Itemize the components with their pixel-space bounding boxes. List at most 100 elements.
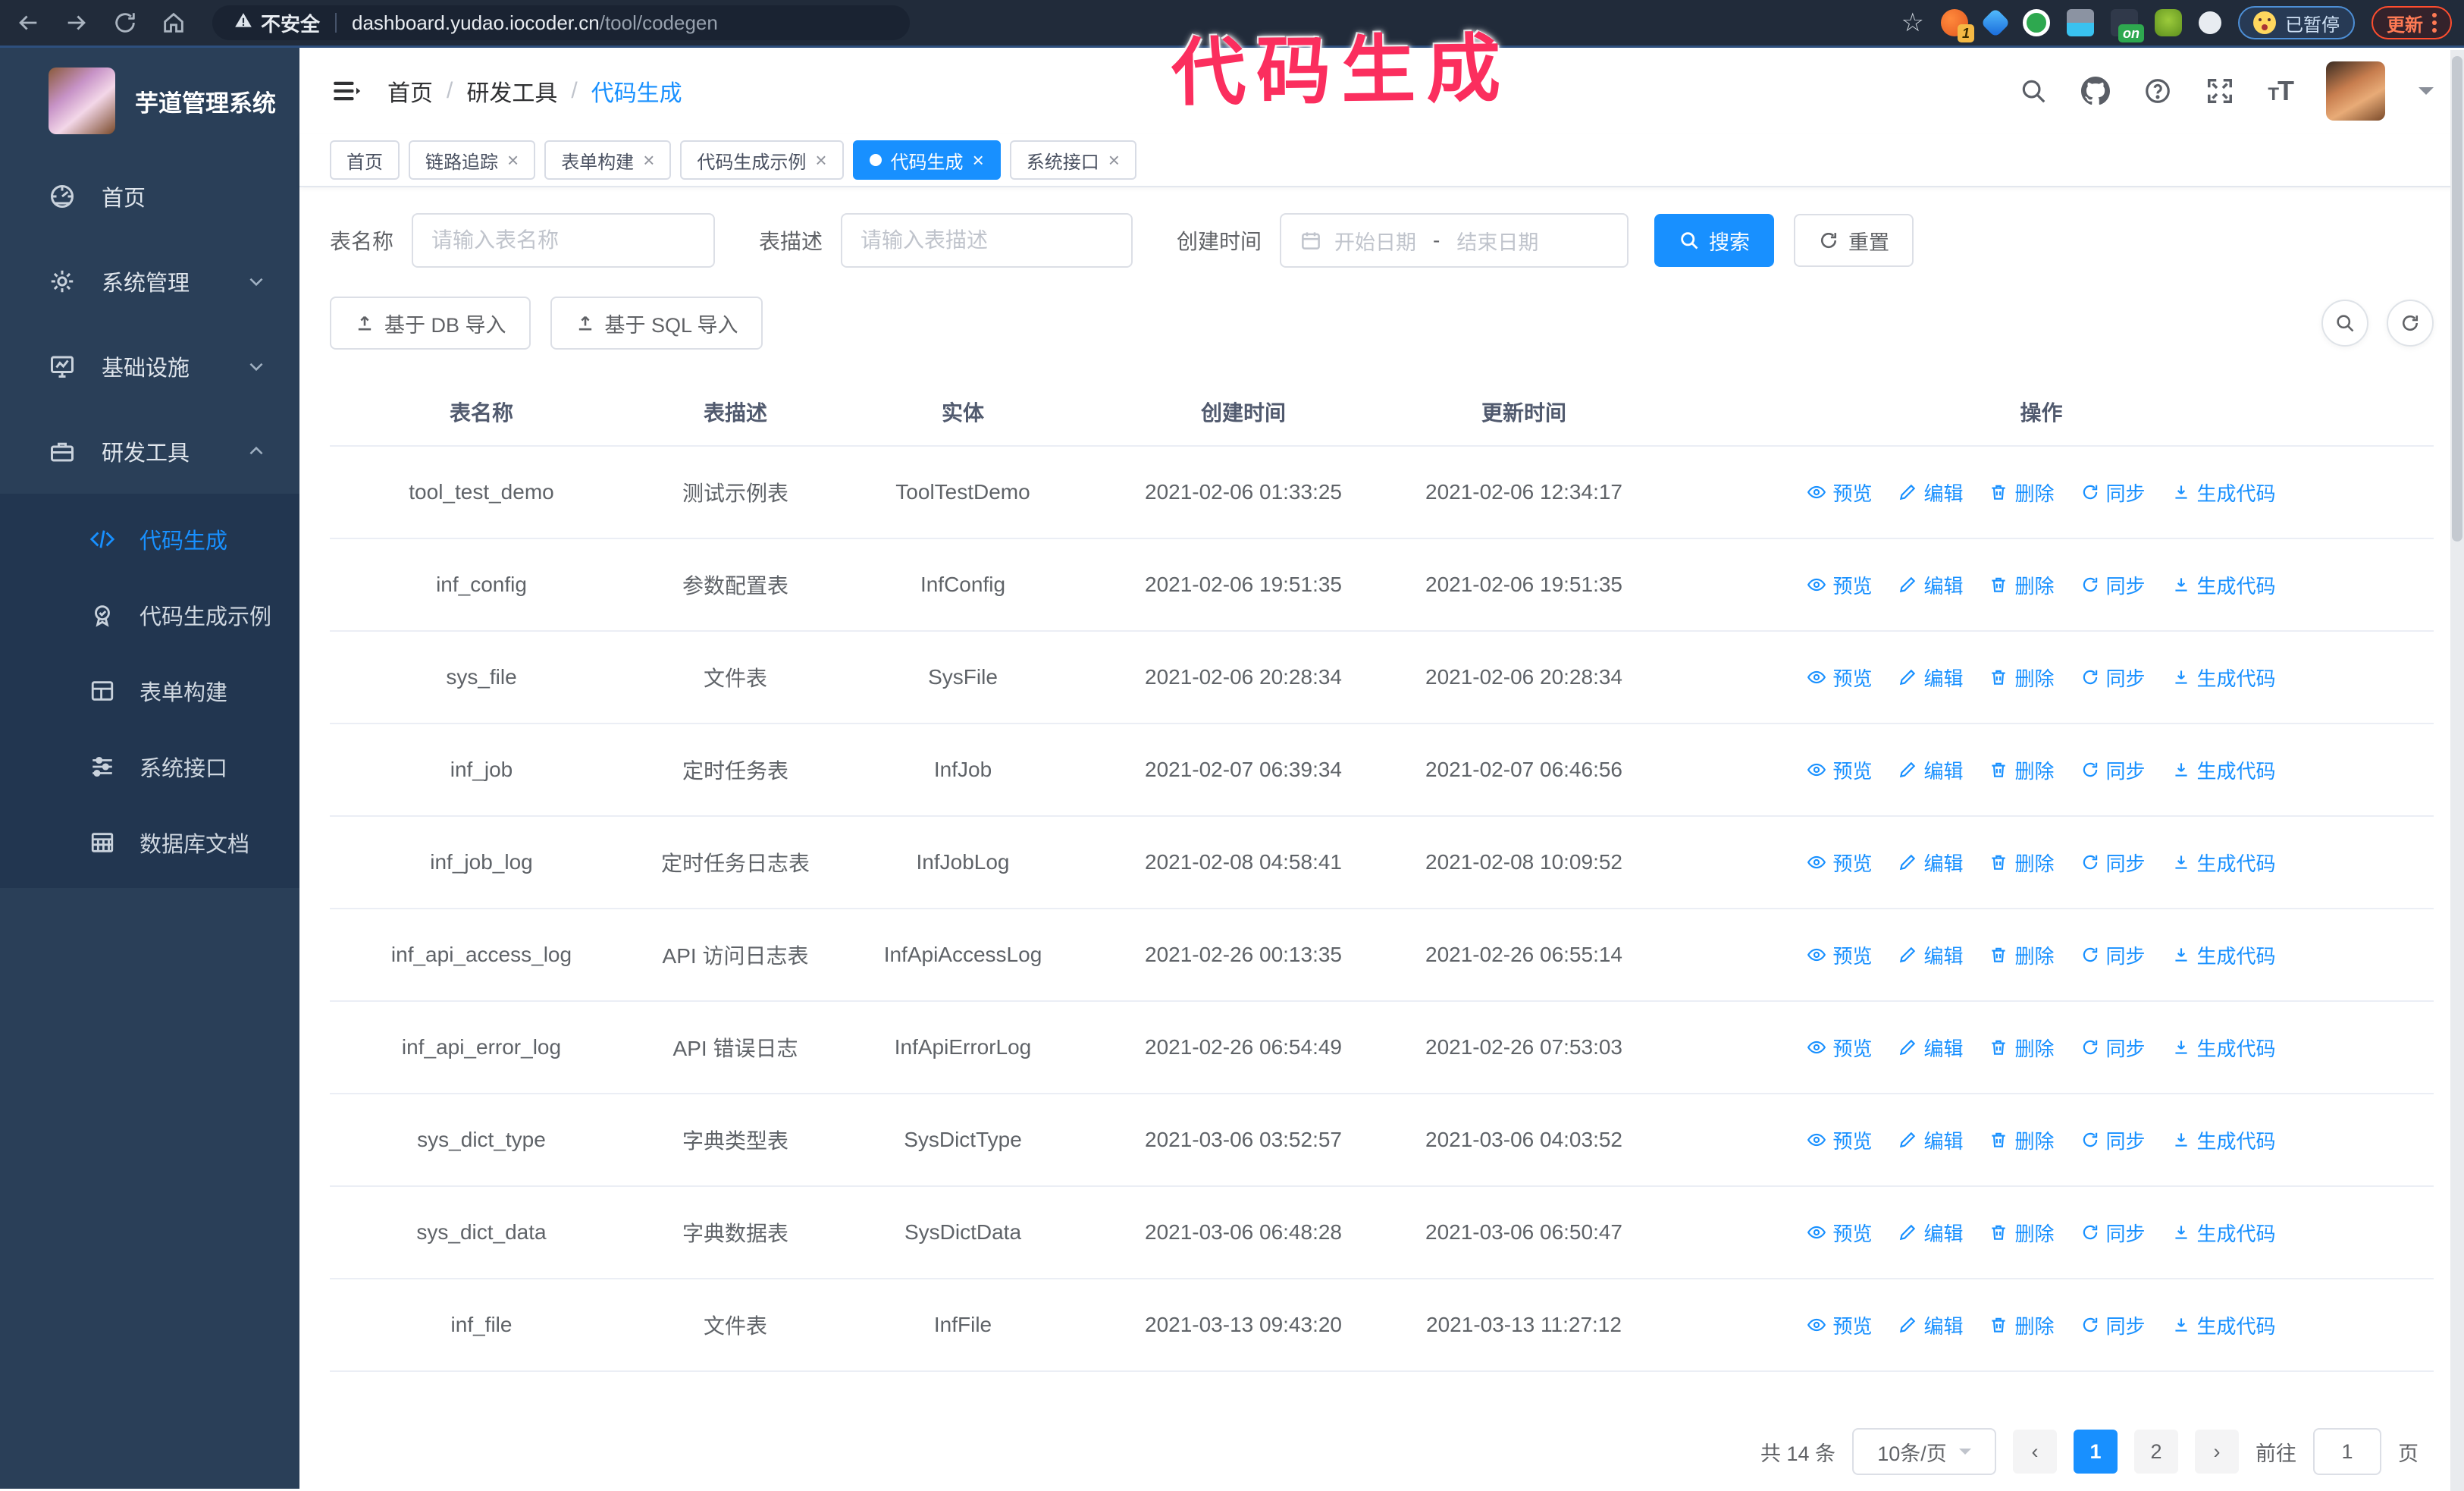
delete-link[interactable]: 删除: [1989, 941, 2055, 969]
edit-link[interactable]: 编辑: [1898, 1126, 1963, 1154]
generate-code-link[interactable]: 生成代码: [2171, 1126, 2276, 1154]
fullscreen-icon[interactable]: [2205, 77, 2234, 105]
edit-link[interactable]: 编辑: [1898, 1034, 1963, 1062]
edit-link[interactable]: 编辑: [1898, 941, 1963, 969]
generate-code-link[interactable]: 生成代码: [2171, 664, 2276, 692]
home-icon[interactable]: [161, 10, 187, 36]
search-icon[interactable]: [2019, 77, 2048, 105]
prev-page-button[interactable]: ‹: [2013, 1430, 2057, 1474]
edit-link[interactable]: 编辑: [1898, 849, 1963, 877]
close-icon[interactable]: ×: [815, 150, 826, 170]
delete-link[interactable]: 删除: [1989, 1219, 2055, 1247]
generate-code-link[interactable]: 生成代码: [2171, 1311, 2276, 1339]
close-icon[interactable]: ×: [507, 150, 519, 170]
sync-link[interactable]: 同步: [2080, 1311, 2146, 1339]
edit-link[interactable]: 编辑: [1898, 1219, 1963, 1247]
extension-icon[interactable]: [2155, 9, 2182, 36]
sidebar-subitem-codegen-demo[interactable]: 代码生成示例: [0, 577, 299, 653]
preview-link[interactable]: 预览: [1807, 571, 1872, 599]
back-icon[interactable]: [15, 10, 41, 36]
profile-paused-badge[interactable]: 已暂停: [2238, 6, 2355, 39]
delete-link[interactable]: 删除: [1989, 849, 2055, 877]
edit-link[interactable]: 编辑: [1898, 479, 1963, 507]
sync-link[interactable]: 同步: [2080, 849, 2146, 877]
hamburger-icon[interactable]: [330, 75, 362, 107]
delete-link[interactable]: 删除: [1989, 664, 2055, 692]
reset-button[interactable]: 重置: [1794, 214, 1914, 267]
page-number-button[interactable]: 1: [2074, 1430, 2118, 1474]
extension-icon[interactable]: [1980, 8, 2011, 38]
page-size-select[interactable]: 10条/页: [1852, 1428, 1996, 1475]
breadcrumb-devtools[interactable]: 研发工具: [466, 74, 557, 108]
edit-link[interactable]: 编辑: [1898, 571, 1963, 599]
forward-icon[interactable]: [64, 10, 89, 36]
sync-link[interactable]: 同步: [2080, 571, 2146, 599]
extension-icon[interactable]: [2023, 9, 2050, 36]
sidebar-subitem-db-doc[interactable]: 数据库文档: [0, 805, 299, 880]
edit-link[interactable]: 编辑: [1898, 664, 1963, 692]
generate-code-link[interactable]: 生成代码: [2171, 571, 2276, 599]
delete-link[interactable]: 删除: [1989, 1034, 2055, 1062]
next-page-button[interactable]: ›: [2195, 1430, 2239, 1474]
security-warning[interactable]: 不安全: [234, 9, 320, 37]
delete-link[interactable]: 删除: [1989, 756, 2055, 784]
window-scrollbar[interactable]: [2450, 50, 2464, 1491]
sync-link[interactable]: 同步: [2080, 756, 2146, 784]
sidebar-subitem-system-api[interactable]: 系统接口: [0, 729, 299, 805]
preview-link[interactable]: 预览: [1807, 1311, 1872, 1339]
search-button[interactable]: 搜索: [1654, 214, 1775, 267]
tab[interactable]: 表单构建 ×: [544, 140, 672, 180]
puzzle-extensions-icon[interactable]: [2199, 11, 2221, 34]
sidebar-item-devtools[interactable]: 研发工具: [0, 409, 299, 494]
tab[interactable]: 链路追踪 ×: [409, 140, 536, 180]
sidebar-subitem-form-builder[interactable]: 表单构建: [0, 653, 299, 729]
github-icon[interactable]: [2081, 77, 2111, 105]
preview-link[interactable]: 预览: [1807, 664, 1872, 692]
preview-link[interactable]: 预览: [1807, 1034, 1872, 1062]
import-sql-button[interactable]: 基于 SQL 导入: [550, 297, 763, 350]
generate-code-link[interactable]: 生成代码: [2171, 1219, 2276, 1247]
browser-update-button[interactable]: 更新: [2372, 6, 2452, 39]
address-bar[interactable]: 不安全 dashboard.yudao.iocoder.cn /tool/cod…: [212, 5, 910, 40]
sidebar-item-infra[interactable]: 基础设施: [0, 324, 299, 409]
table-name-input[interactable]: [431, 228, 696, 253]
generate-code-link[interactable]: 生成代码: [2171, 1034, 2276, 1062]
table-desc-input[interactable]: [861, 228, 1114, 253]
preview-link[interactable]: 预览: [1807, 941, 1872, 969]
breadcrumb-home[interactable]: 首页: [387, 74, 433, 108]
sync-link[interactable]: 同步: [2080, 664, 2146, 692]
scrollbar-thumb[interactable]: [2452, 56, 2462, 541]
preview-link[interactable]: 预览: [1807, 479, 1872, 507]
user-menu-caret-icon[interactable]: [2419, 87, 2434, 102]
extension-icon[interactable]: [2067, 9, 2094, 36]
sync-link[interactable]: 同步: [2080, 1219, 2146, 1247]
goto-page-input[interactable]: [2313, 1428, 2381, 1475]
sidebar-item-home[interactable]: 首页: [0, 154, 299, 239]
close-icon[interactable]: ×: [973, 150, 984, 170]
toggle-search-icon[interactable]: [2321, 300, 2368, 347]
user-avatar[interactable]: [2326, 61, 2385, 121]
sidebar-item-system[interactable]: 系统管理: [0, 239, 299, 324]
extension-icon[interactable]: on: [2111, 9, 2144, 42]
reload-icon[interactable]: [112, 10, 138, 36]
preview-link[interactable]: 预览: [1807, 1126, 1872, 1154]
delete-link[interactable]: 删除: [1989, 571, 2055, 599]
delete-link[interactable]: 删除: [1989, 1126, 2055, 1154]
bookmark-star-icon[interactable]: ☆: [1901, 10, 1924, 36]
import-db-button[interactable]: 基于 DB 导入: [330, 297, 531, 350]
extension-icon[interactable]: 1: [1941, 9, 1974, 42]
close-icon[interactable]: ×: [643, 150, 654, 170]
sync-link[interactable]: 同步: [2080, 1034, 2146, 1062]
preview-link[interactable]: 预览: [1807, 756, 1872, 784]
generate-code-link[interactable]: 生成代码: [2171, 479, 2276, 507]
generate-code-link[interactable]: 生成代码: [2171, 941, 2276, 969]
preview-link[interactable]: 预览: [1807, 849, 1872, 877]
close-icon[interactable]: ×: [1108, 150, 1120, 170]
sync-link[interactable]: 同步: [2080, 479, 2146, 507]
tab[interactable]: 系统接口 ×: [1009, 140, 1136, 180]
delete-link[interactable]: 删除: [1989, 479, 2055, 507]
refresh-icon[interactable]: [2387, 300, 2434, 347]
tab[interactable]: 代码生成示例 ×: [680, 140, 844, 180]
sync-link[interactable]: 同步: [2080, 941, 2146, 969]
tab[interactable]: 代码生成 ×: [852, 140, 1001, 180]
